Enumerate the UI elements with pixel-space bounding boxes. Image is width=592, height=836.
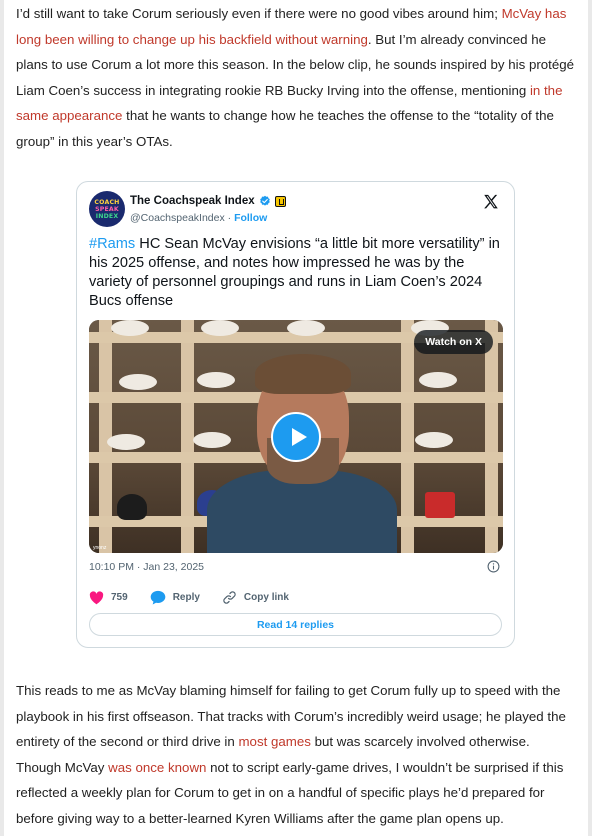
copy-link-label: Copy link xyxy=(243,592,289,603)
copy-link-button[interactable]: Copy link xyxy=(222,590,289,605)
football xyxy=(119,374,157,390)
football xyxy=(201,320,239,336)
tweet-timestamp[interactable]: 10:10 PM · Jan 23, 2025 xyxy=(89,561,204,573)
follow-link[interactable]: Follow xyxy=(234,212,267,224)
like-button[interactable]: 759 xyxy=(89,590,128,605)
inline-link[interactable]: most games xyxy=(238,734,310,749)
avatar-line-1: COACH xyxy=(94,198,120,206)
avatar-line-3: INDEX xyxy=(95,212,119,220)
video-watermark: ynonz xyxy=(93,545,107,551)
avatar-line-2: SPEAK xyxy=(95,205,119,213)
article-paragraph-2: This reads to me as McVay blaming himsel… xyxy=(16,678,576,832)
tweet-body: HC Sean McVay envisions “a little bit mo… xyxy=(89,236,500,309)
text-run: I’d still want to take Corum seriously e… xyxy=(16,6,502,21)
left-margin-rail xyxy=(0,0,4,836)
author-handle-row: @CoachspeakIndex · Follow xyxy=(130,212,267,224)
tweet-text: #Rams HC Sean McVay envisions “a little … xyxy=(89,235,504,311)
x-logo-icon[interactable] xyxy=(482,193,500,211)
like-count: 759 xyxy=(111,592,128,603)
avatar[interactable]: COACH SPEAK INDEX xyxy=(89,191,125,227)
video-player[interactable]: Watch on X ynonz xyxy=(89,320,503,553)
heart-icon xyxy=(89,590,104,604)
football xyxy=(287,320,325,336)
read-replies-button[interactable]: Read 14 replies xyxy=(89,613,502,636)
affiliate-badge-icon xyxy=(274,195,286,207)
football xyxy=(419,372,457,388)
reply-label: Reply xyxy=(172,592,200,603)
article-paragraph-1: I’d still want to take Corum seriously e… xyxy=(16,1,576,155)
person-hair xyxy=(255,354,351,394)
inline-link[interactable]: was once known xyxy=(108,760,206,775)
football xyxy=(415,432,453,448)
reply-bubble-icon xyxy=(150,590,166,605)
verified-badge-icon xyxy=(259,195,270,206)
author-name-row: The Coachspeak Index xyxy=(130,195,286,207)
reply-button[interactable]: Reply xyxy=(150,590,200,605)
watch-on-x-button[interactable]: Watch on X xyxy=(414,330,493,354)
author-name[interactable]: The Coachspeak Index xyxy=(130,195,255,207)
right-margin-rail xyxy=(588,0,592,836)
tweet-actions: 759 Reply Copy link xyxy=(89,590,311,605)
info-icon[interactable] xyxy=(487,560,500,573)
play-icon[interactable] xyxy=(271,412,321,462)
embedded-tweet[interactable]: COACH SPEAK INDEX The Coachspeak Index @… xyxy=(76,181,515,648)
football xyxy=(111,320,149,336)
author-handle[interactable]: @CoachspeakIndex xyxy=(130,212,225,224)
football xyxy=(197,372,235,388)
football xyxy=(193,432,231,448)
helmet xyxy=(425,492,455,518)
helmet xyxy=(117,494,147,520)
handle-separator: · xyxy=(227,212,232,224)
football xyxy=(107,434,145,450)
copy-link-icon xyxy=(223,591,236,604)
hashtag-link[interactable]: #Rams xyxy=(89,236,135,252)
